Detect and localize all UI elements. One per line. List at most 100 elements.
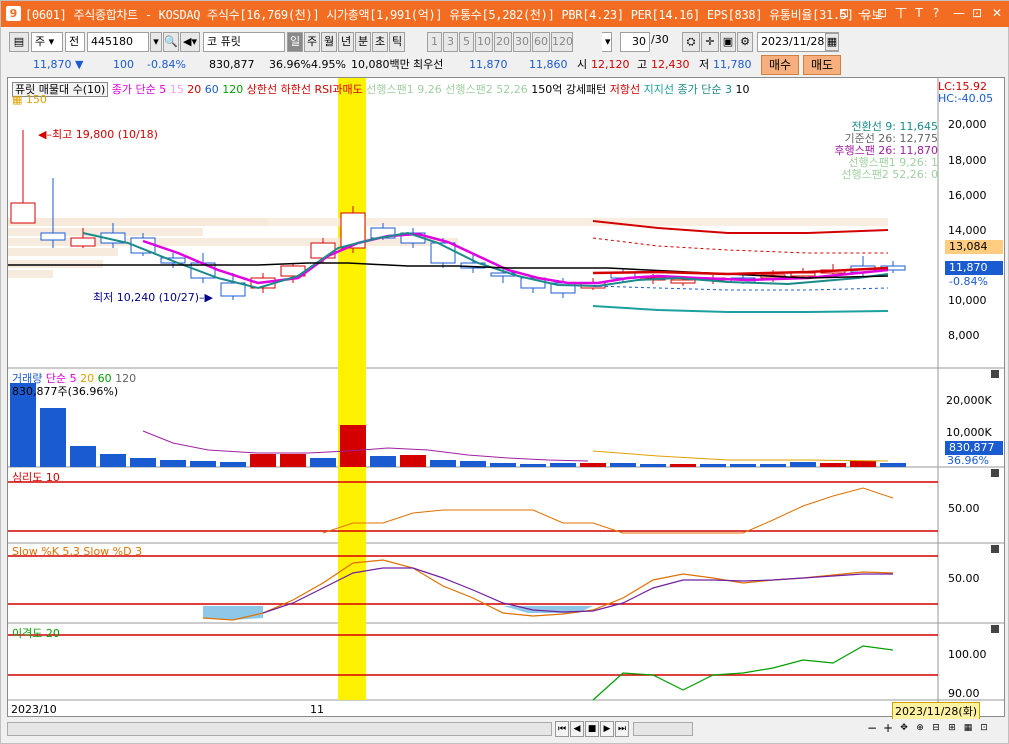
- minute-tab[interactable]: 5: [459, 32, 474, 52]
- search-icon[interactable]: 🔍: [163, 32, 179, 52]
- market-value: 주: [35, 35, 46, 48]
- export-icon[interactable]: ⊞: [945, 721, 959, 737]
- name-prefix: 코: [207, 35, 218, 48]
- zoom-out-icon[interactable]: −: [865, 721, 879, 737]
- volume-bar: [430, 460, 456, 467]
- minute-tab[interactable]: 20: [494, 32, 512, 52]
- change-value: 100: [113, 58, 134, 71]
- stoch-tick-50: 50.00: [948, 572, 980, 585]
- right-arrow-icon: –▶: [199, 291, 213, 304]
- volume-bar: [400, 455, 426, 467]
- volume-box-pct: 36.96%: [947, 454, 989, 467]
- close-icon[interactable]: ✕: [989, 5, 1005, 21]
- fit-icon[interactable]: ⊟: [929, 721, 943, 737]
- stock-name-field[interactable]: 코 퓨릿: [203, 32, 285, 52]
- period-tab[interactable]: 년: [338, 32, 354, 52]
- crosshair-icon[interactable]: ✛: [701, 32, 719, 52]
- scope-select[interactable]: 전: [65, 32, 85, 52]
- price-tick: 16,000: [948, 189, 987, 202]
- last-icon[interactable]: ⏭: [615, 721, 629, 737]
- volume-bar: [190, 461, 216, 467]
- volume-profile-bar: [8, 248, 118, 256]
- minimize-icon[interactable]: —: [951, 5, 967, 21]
- maximize-icon[interactable]: ⊡: [969, 5, 985, 21]
- highlight-band: [338, 78, 366, 700]
- settings-group-icon[interactable]: ⛭: [682, 32, 700, 52]
- legend-ma5: 5: [159, 83, 167, 96]
- app-icon: 9: [6, 6, 21, 21]
- zoom-slider[interactable]: [633, 722, 693, 736]
- minute-tab[interactable]: 120: [551, 32, 573, 52]
- chart-scrollbar[interactable]: [7, 722, 552, 736]
- volume-bar: [760, 464, 786, 467]
- sell-button[interactable]: 매도: [803, 55, 841, 75]
- price-legend: 퓨릿 매물대 수(10) 종가 단순 5 15 20 60 120 상한선 하한…: [12, 81, 750, 97]
- minute-dropdown[interactable]: ▾: [602, 32, 612, 52]
- candle-body: [10, 202, 36, 224]
- save-icon[interactable]: ▣: [720, 32, 736, 52]
- move-icon[interactable]: ✥: [897, 721, 911, 737]
- legend-resist: 저항선: [609, 83, 641, 96]
- volume-profile-bar: [8, 270, 53, 278]
- market-select[interactable]: 주 ▾: [31, 32, 63, 52]
- pin-icon[interactable]: 丅: [893, 5, 909, 21]
- low-note: 최저 10,240 (10/27)–▶: [93, 289, 213, 305]
- minimize-chart-icon[interactable]: —: [856, 5, 872, 21]
- sound-icon[interactable]: ◀▾: [180, 32, 200, 52]
- layout-icon[interactable]: ▤: [9, 32, 29, 52]
- chart-area[interactable]: 퓨릿 매물대 수(10) 종가 단순 5 15 20 60 120 상한선 하한…: [7, 77, 1005, 720]
- best-label: 최우선: [413, 58, 444, 71]
- legend-ma60: 60: [204, 83, 219, 96]
- legend-ma20: 20: [187, 83, 202, 96]
- link-icon[interactable]: ⊡: [836, 5, 852, 21]
- volume-bar: [160, 460, 186, 467]
- legend-ma150-value: 150: [25, 93, 47, 106]
- period-tab[interactable]: 초: [372, 32, 388, 52]
- cursor-date: 2023/11/28(화): [892, 702, 981, 720]
- minute-tab[interactable]: 30: [513, 32, 531, 52]
- stop-icon[interactable]: ■: [585, 721, 599, 737]
- price-tick: 10,000: [948, 294, 987, 307]
- volume-bar: [880, 463, 906, 467]
- period-tab[interactable]: 틱: [389, 32, 405, 52]
- next-icon[interactable]: ▶: [600, 721, 614, 737]
- minute-tab[interactable]: 10: [475, 32, 493, 52]
- candle-body: [670, 279, 696, 284]
- period-tab[interactable]: 주: [304, 32, 320, 52]
- disp-line: [592, 645, 894, 701]
- resist-line: [592, 237, 888, 254]
- volume-bar: [730, 464, 756, 467]
- font-icon[interactable]: T: [911, 5, 927, 21]
- buy-button[interactable]: 매수: [761, 55, 799, 75]
- gear-icon[interactable]: ⚙: [737, 32, 753, 52]
- minute-tab[interactable]: 3: [443, 32, 458, 52]
- candle-body: [70, 237, 96, 247]
- restore-chart-icon[interactable]: ⊡: [874, 5, 890, 21]
- period-tab[interactable]: 월: [321, 32, 337, 52]
- zoom-in-icon[interactable]: +: [881, 721, 895, 737]
- minute-tab[interactable]: 60: [532, 32, 550, 52]
- left-arrow-icon: ◀–: [38, 128, 52, 141]
- disp-tick-90: 90.00: [948, 687, 980, 700]
- layout-switch-icon[interactable]: ⊡: [977, 721, 991, 737]
- price-box: 13,084: [945, 240, 1003, 254]
- code-dropdown-icon[interactable]: ▾: [150, 32, 162, 52]
- hc-label: HC:-40.05: [938, 92, 994, 105]
- first-icon[interactable]: ⏮: [555, 721, 569, 737]
- period-tab[interactable]: 일: [287, 32, 303, 52]
- minute-tab[interactable]: 1: [427, 32, 442, 52]
- prev-icon[interactable]: ◀: [570, 721, 584, 737]
- code-input[interactable]: 445180: [87, 32, 149, 52]
- calendar-icon[interactable]: ▦: [825, 33, 839, 51]
- grid-icon[interactable]: ▦: [961, 721, 975, 737]
- panel-close-icon: [991, 370, 999, 378]
- current-pct-box: -0.84%: [949, 275, 988, 288]
- open-value: 12,120: [591, 58, 630, 71]
- help-icon[interactable]: ?: [928, 5, 944, 21]
- current-price: 11,870 ▼: [33, 57, 83, 73]
- volume-bar: [340, 425, 366, 467]
- count-input[interactable]: 30: [620, 32, 650, 52]
- psy-line: [322, 487, 894, 534]
- zoom-icon[interactable]: ⊕: [913, 721, 927, 737]
- period-tab[interactable]: 분: [355, 32, 371, 52]
